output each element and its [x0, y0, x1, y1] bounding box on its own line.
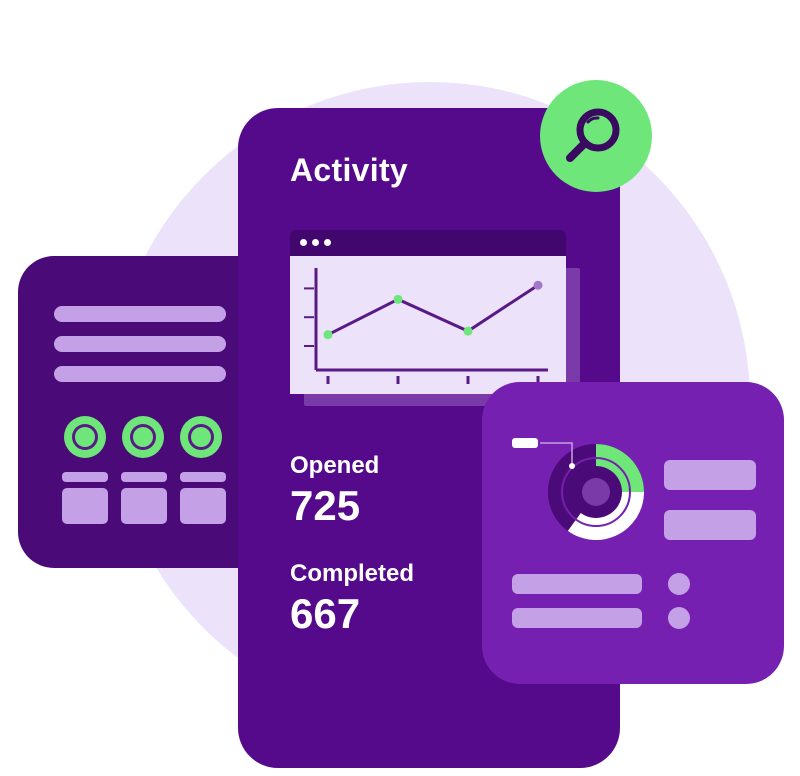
list-placeholder [512, 574, 642, 594]
label-placeholder [62, 472, 108, 482]
label-placeholder [121, 472, 167, 482]
search-button[interactable] [540, 80, 652, 192]
value-placeholder [62, 488, 108, 524]
value-placeholder [121, 488, 167, 524]
text-placeholder-line [54, 306, 226, 322]
data-point [323, 330, 333, 340]
progress-ring-icon [180, 416, 222, 458]
status-dot [668, 607, 690, 629]
search-icon [566, 108, 620, 162]
chart-window [290, 256, 566, 394]
opened-label: Opened [290, 452, 380, 479]
donut-chart [512, 438, 644, 540]
callout-label-placeholder [512, 438, 538, 448]
data-point [463, 326, 473, 336]
data-point [533, 280, 543, 290]
progress-ring-icon [122, 416, 164, 458]
completed-value: 667 [290, 590, 361, 637]
text-placeholder-line [54, 366, 226, 382]
progress-ring-icon [64, 416, 106, 458]
window-dot [324, 239, 331, 246]
series-line [327, 283, 539, 337]
callout-dot [569, 463, 575, 469]
data-point [393, 294, 403, 304]
breakdown-card [482, 382, 784, 684]
window-dot [312, 239, 319, 246]
status-dot [668, 573, 690, 595]
card-title: Activity [290, 152, 408, 188]
line-chart [304, 268, 548, 384]
legend-placeholder [664, 510, 756, 540]
opened-value: 725 [290, 482, 361, 529]
donut-center [582, 478, 610, 506]
chart-window-titlebar [290, 230, 566, 256]
completed-label: Completed [290, 560, 415, 587]
legend-placeholder [664, 460, 756, 490]
value-placeholder [180, 488, 226, 524]
list-placeholder [512, 608, 642, 628]
window-dot [300, 239, 307, 246]
text-placeholder-line [54, 336, 226, 352]
label-placeholder [180, 472, 226, 482]
